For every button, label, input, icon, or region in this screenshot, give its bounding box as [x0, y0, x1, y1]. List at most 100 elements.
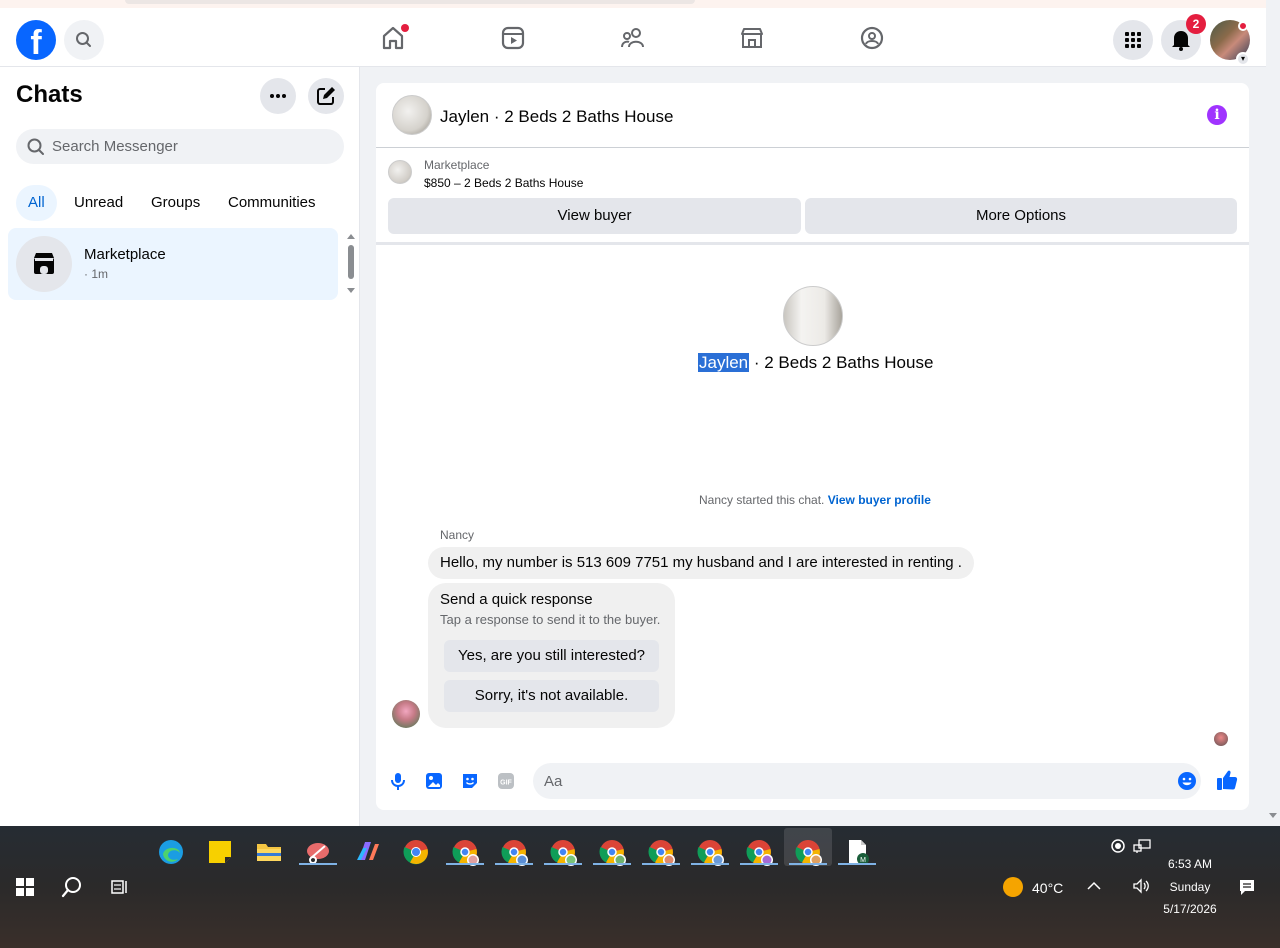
clock-day[interactable]: Sunday	[1160, 880, 1220, 894]
sender-avatar[interactable]	[392, 700, 420, 728]
quick-response-card: Send a quick response Tap a response to …	[428, 583, 675, 728]
search-icon	[27, 138, 44, 155]
highlighted-name: Jaylen	[698, 353, 750, 372]
conversation-avatar[interactable]	[392, 95, 432, 135]
grid-menu-icon	[1125, 32, 1141, 48]
sticker-icon[interactable]	[460, 771, 480, 791]
browser-tab-edge[interactable]	[125, 0, 695, 4]
weather-sun-icon[interactable]	[1003, 877, 1023, 897]
image-icon[interactable]	[424, 771, 444, 791]
chevron-up-icon[interactable]	[1087, 881, 1101, 891]
search-icon	[76, 32, 91, 47]
taskbar-running-indicator	[642, 863, 680, 865]
scroll-down-arrow-icon[interactable]	[1269, 811, 1277, 819]
chats-title: Chats	[16, 81, 83, 108]
account-notification-dot	[1238, 21, 1248, 31]
emoji-icon[interactable]	[1177, 771, 1197, 791]
file-explorer-icon[interactable]	[251, 834, 287, 870]
message-bubble[interactable]: Hello, my number is 513 609 7751 my husb…	[428, 547, 974, 579]
new-message-button[interactable]	[308, 78, 344, 114]
taskbar-running-indicator	[838, 863, 876, 865]
network-icon[interactable]	[1133, 838, 1151, 854]
message-input[interactable]: Aa	[533, 763, 1201, 799]
filter-tab-unread[interactable]: Unread	[62, 185, 135, 221]
taskbar-running-indicator	[691, 863, 729, 865]
taskbar-running-indicator	[299, 863, 337, 865]
weather-temperature[interactable]: 40°C	[1032, 880, 1063, 896]
filter-tab-all[interactable]: All	[16, 185, 57, 221]
profile-name: Jaylen · 2 Beds 2 Baths House	[698, 353, 933, 373]
seen-indicator-avatar	[1214, 732, 1228, 746]
taskbar-running-indicator	[446, 863, 484, 865]
clock-date[interactable]: 5/17/2026	[1160, 902, 1220, 916]
volume-icon[interactable]	[1132, 878, 1150, 894]
task-view-icon[interactable]	[110, 877, 130, 897]
chevron-down-icon[interactable]: ▾	[1236, 52, 1250, 66]
taskbar-running-indicator	[593, 863, 631, 865]
compose-icon	[317, 87, 335, 105]
chrome-icon[interactable]	[398, 834, 434, 870]
browser-top-strip	[0, 0, 1280, 8]
edge-icon[interactable]	[153, 834, 189, 870]
windows-start-icon[interactable]	[16, 878, 34, 896]
search-messenger-input[interactable]: Search Messenger	[16, 129, 344, 164]
view-buyer-button[interactable]: View buyer	[388, 198, 801, 234]
chat-started-notice: Nancy started this chat. View buyer prof…	[699, 493, 931, 507]
filter-tab-groups[interactable]: Groups	[139, 185, 212, 221]
message-input-placeholder: Aa	[544, 773, 563, 790]
marketplace-avatar	[16, 236, 72, 292]
windows-taskbar: M 40°C 6:53 AM Sunday 5/17/2026	[0, 826, 1280, 948]
profile-avatar[interactable]	[783, 286, 843, 346]
gif-icon[interactable]: GIF	[496, 771, 516, 791]
taskbar-running-indicator	[740, 863, 778, 865]
taskbar-search-icon[interactable]	[61, 876, 83, 898]
taskbar-running-indicator	[544, 863, 582, 865]
marketplace-label: Marketplace	[424, 158, 490, 172]
listing-thumbnail[interactable]	[388, 160, 412, 184]
sidebar-scrollbar[interactable]	[344, 231, 358, 297]
svg-text:GIF: GIF	[500, 780, 512, 787]
marketplace-listing-banner: Marketplace $850 – 2 Beds 2 Baths House …	[376, 149, 1249, 245]
listing-title[interactable]: $850 – 2 Beds 2 Baths House	[424, 176, 583, 190]
menu-button[interactable]	[1113, 20, 1153, 60]
sender-name: Nancy	[440, 528, 475, 542]
chat-options-button[interactable]	[260, 78, 296, 114]
top-navbar: f 2 ▾	[0, 8, 1266, 67]
conversation-header: Jaylen · 2 Beds 2 Baths House i	[376, 83, 1249, 148]
search-placeholder: Search Messenger	[52, 138, 178, 155]
chat-timestamp: · 1m	[84, 267, 108, 281]
friends-icon[interactable]	[619, 24, 647, 52]
like-icon[interactable]	[1216, 769, 1238, 791]
groups-icon[interactable]	[858, 24, 886, 52]
quick-response-subtitle: Tap a response to send it to the buyer.	[440, 612, 661, 627]
info-icon[interactable]: i	[1207, 105, 1227, 125]
filter-tab-communities[interactable]: Communities	[216, 185, 328, 221]
started-text: Nancy started this chat.	[699, 493, 828, 507]
chat-list-item[interactable]: Marketplace · 1m	[8, 228, 338, 300]
taskbar-running-indicator	[789, 863, 827, 865]
video-icon[interactable]	[499, 24, 527, 52]
taskbar-running-indicator	[495, 863, 533, 865]
quick-response-option[interactable]: Yes, are you still interested?	[444, 640, 659, 672]
notifications-badge: 2	[1186, 14, 1206, 34]
marketplace-icon[interactable]	[738, 24, 766, 52]
facebook-logo[interactable]: f	[16, 20, 56, 60]
conversation-panel: Jaylen · 2 Beds 2 Baths House i Marketpl…	[376, 83, 1249, 810]
search-button[interactable]	[64, 20, 104, 60]
page-scrollbar[interactable]	[1266, 0, 1280, 826]
quick-response-option[interactable]: Sorry, it's not available.	[444, 680, 659, 712]
more-horizontal-icon	[270, 94, 286, 98]
copilot-icon[interactable]	[349, 834, 385, 870]
more-options-button[interactable]: More Options	[805, 198, 1237, 234]
home-notification-dot	[401, 24, 409, 32]
action-center-icon[interactable]	[1238, 878, 1256, 896]
view-buyer-profile-link[interactable]: View buyer profile	[828, 493, 931, 507]
record-icon[interactable]	[1110, 838, 1126, 854]
marketplace-store-icon	[34, 253, 54, 274]
sticky-notes-icon[interactable]	[202, 834, 238, 870]
chats-sidebar: Chats Search Messenger All Unread Groups…	[0, 67, 360, 826]
chat-name: Marketplace	[84, 246, 166, 263]
microphone-icon[interactable]	[388, 771, 408, 791]
clock-time[interactable]: 6:53 AM	[1160, 857, 1220, 871]
conversation-title[interactable]: Jaylen · 2 Beds 2 Baths House	[440, 107, 673, 127]
